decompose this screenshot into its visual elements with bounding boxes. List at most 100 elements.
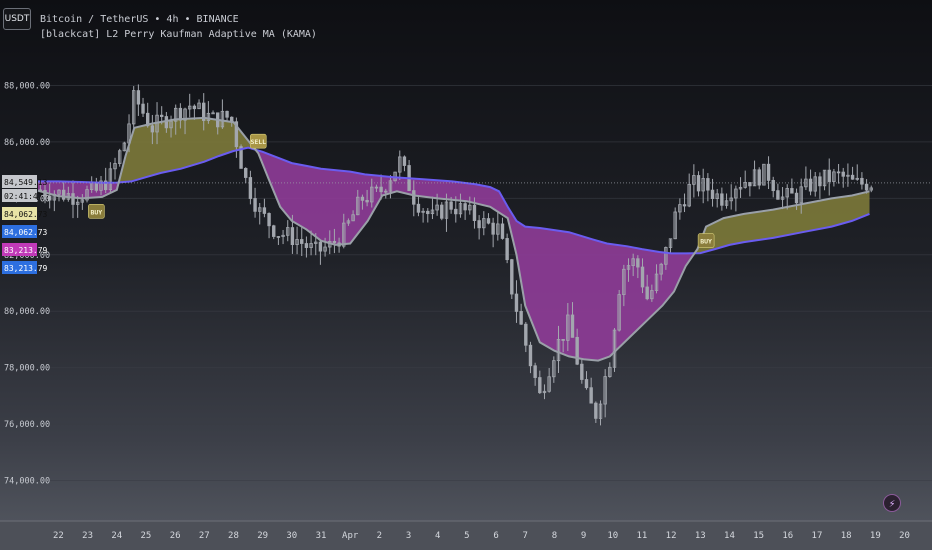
- candle-body: [463, 203, 467, 211]
- x-tick-label: 8: [552, 531, 557, 541]
- price-label: 84,549.13: [2, 175, 48, 188]
- candle-body: [794, 192, 799, 204]
- sell-signal: SELL: [249, 133, 267, 149]
- price-label: 83,213.79: [2, 243, 48, 256]
- x-tick-label: 16: [782, 531, 793, 541]
- x-tick-label: 10: [607, 531, 618, 541]
- candle-body: [164, 116, 169, 129]
- candle-body: [477, 220, 481, 229]
- candle-body: [584, 379, 589, 389]
- currency-button[interactable]: USDT: [3, 8, 31, 30]
- price-label-text: 83,213.79: [4, 264, 48, 273]
- candle-body: [304, 243, 309, 248]
- kama-fill-group: [38, 117, 870, 361]
- candle-body: [225, 110, 229, 118]
- x-tick-label: 31: [316, 531, 327, 541]
- candle-body: [365, 199, 369, 203]
- x-tick-label: 27: [199, 531, 210, 541]
- candle-body: [841, 171, 845, 177]
- candle-body: [272, 225, 276, 237]
- candle-body: [160, 114, 164, 117]
- x-tick-label: 17: [812, 531, 823, 541]
- x-tick-label: 15: [753, 531, 764, 541]
- y-tick-label: 74,000.00: [4, 477, 50, 487]
- indicator-title: [blackcat] L2 Perry Kaufman Adaptive MA …: [40, 29, 317, 40]
- candle-body: [379, 186, 383, 193]
- x-tick-label: 3: [406, 531, 411, 541]
- x-tick-label: 12: [666, 531, 677, 541]
- candle-body: [244, 168, 248, 178]
- x-tick-label: 14: [724, 531, 735, 541]
- candle-body: [514, 293, 519, 312]
- price-label: 83,213.79: [2, 261, 48, 274]
- candle-body: [766, 163, 771, 181]
- price-label-text: 02:41:47: [4, 192, 43, 201]
- candle-body: [332, 240, 337, 244]
- candle-body: [253, 198, 257, 212]
- x-tick-label: 5: [464, 531, 469, 541]
- tradingview-logo-icon[interactable]: ⚡: [883, 494, 901, 512]
- candle-body: [505, 238, 509, 261]
- candle-body: [248, 177, 253, 199]
- candle-body: [682, 204, 687, 207]
- candle-body: [645, 286, 649, 300]
- x-tick-label: 28: [228, 531, 239, 541]
- chart-header: Bitcoin / TetherUS • 4h • BINANCE [black…: [40, 12, 317, 42]
- x-tick-label: 6: [493, 531, 498, 541]
- candle-body: [440, 204, 444, 219]
- candle-body: [524, 323, 528, 346]
- candle-body: [850, 174, 855, 180]
- price-label-text: 84,062.73: [4, 210, 48, 219]
- candle-body: [71, 193, 75, 205]
- price-chart[interactable]: BUY SELL BUY 74,000.00 76,000.00 78,000.00 80,…: [0, 0, 932, 550]
- candle-body: [720, 193, 724, 206]
- candle-body: [538, 377, 542, 394]
- candle-body: [94, 182, 99, 191]
- x-tick-label: 13: [695, 531, 706, 541]
- signal-label: BUY: [700, 238, 712, 246]
- price-label: 84,062.73: [2, 207, 48, 220]
- candle-body: [318, 241, 323, 252]
- price-label-text: 83,213.79: [4, 246, 48, 255]
- candle-body: [290, 227, 295, 246]
- candle-body: [533, 365, 537, 378]
- candle-body: [374, 186, 379, 189]
- x-tick-label: 26: [170, 531, 181, 541]
- candle-body: [267, 213, 271, 227]
- buy-signal: BUY: [88, 204, 105, 219]
- candle-body: [589, 387, 593, 404]
- candle-body: [510, 259, 514, 295]
- candle-body: [570, 314, 575, 338]
- signal-label: BUY: [90, 208, 102, 216]
- candle-body: [776, 190, 780, 200]
- x-tick-label: 18: [841, 531, 852, 541]
- x-tick-label: 7: [523, 531, 528, 541]
- y-tick-label: 88,000.00: [4, 82, 50, 92]
- candle-body: [262, 207, 267, 214]
- candle-body: [491, 222, 495, 235]
- x-tick-label: 9: [581, 531, 586, 541]
- y-tick-label: 78,000.00: [4, 364, 50, 374]
- candle-body: [636, 258, 640, 268]
- candle-body: [640, 266, 645, 288]
- x-tick-label: 11: [637, 531, 648, 541]
- y-tick-label: 80,000.00: [4, 307, 50, 317]
- candle-body: [580, 363, 584, 380]
- candle-body: [136, 90, 141, 105]
- x-tick-label: Apr: [342, 531, 359, 541]
- candle-body: [561, 339, 565, 341]
- candle-body: [150, 125, 155, 133]
- candle-body: [827, 169, 831, 182]
- candle-body: [416, 203, 421, 213]
- candle-body: [426, 210, 430, 215]
- y-tick-label: 76,000.00: [4, 420, 50, 430]
- signal-label: SELL: [250, 138, 266, 146]
- x-tick-label: 29: [257, 531, 268, 541]
- candle-body: [300, 239, 304, 244]
- x-tick-label: 25: [141, 531, 152, 541]
- x-tick-label: 24: [111, 531, 122, 541]
- price-label: 02:41:47: [2, 189, 43, 202]
- y-tick-label: 86,000.00: [4, 138, 50, 148]
- candle-body: [192, 105, 197, 110]
- candle-body: [61, 189, 66, 200]
